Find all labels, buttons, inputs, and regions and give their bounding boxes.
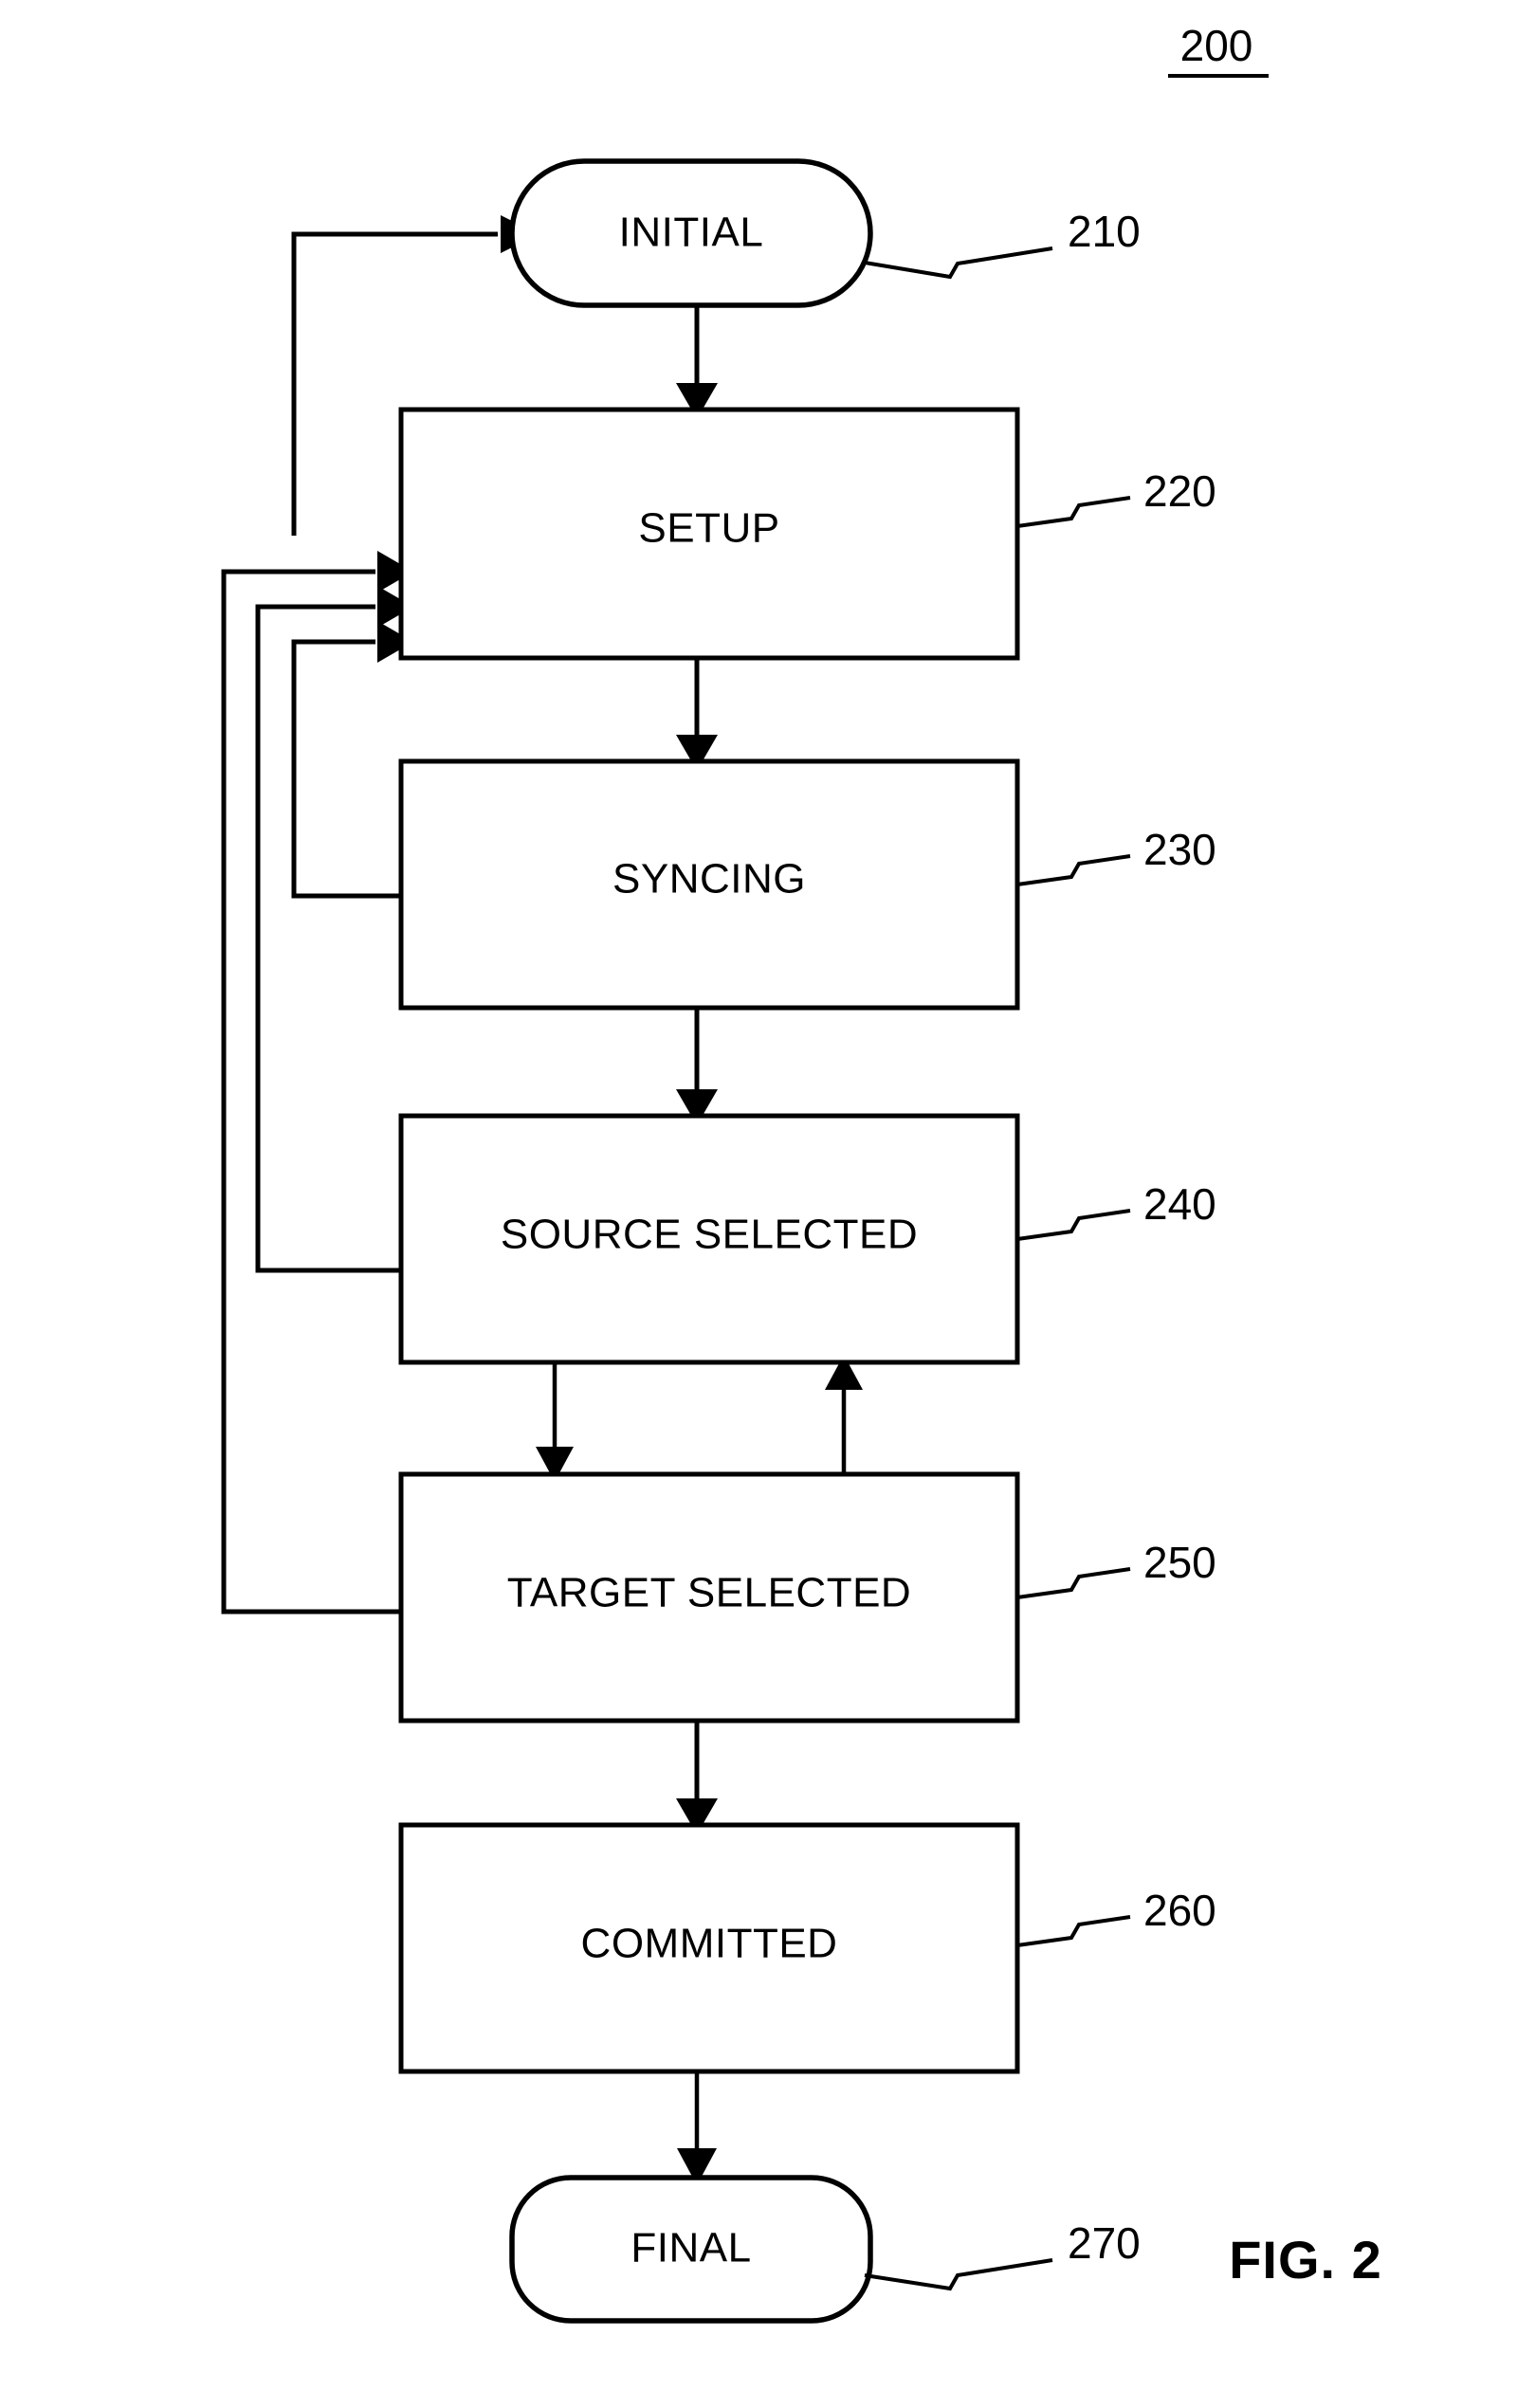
ref-numeral-210: 210 <box>1068 207 1141 256</box>
edge-syncing-to-setup-feedback <box>291 621 413 899</box>
ref-numeral-230: 230 <box>1143 825 1216 874</box>
figure-page: 200 INITIAL 210 SETUP 220 SYNCING 230 SO… <box>0 0 1517 2408</box>
leader-final: 270 <box>864 2218 1141 2291</box>
node-setup[interactable]: SETUP <box>398 407 1020 661</box>
ref-numeral-260: 260 <box>1143 1886 1216 1935</box>
node-source-selected-label: SOURCE SELECTED <box>501 1212 918 1258</box>
node-initial[interactable]: INITIAL <box>509 158 873 308</box>
node-final-label: FINAL <box>631 2225 751 2271</box>
edge-target-selected-to-source-selected <box>825 1355 863 1474</box>
ref-numeral-270: 270 <box>1068 2218 1141 2268</box>
ref-numeral-250: 250 <box>1143 1538 1216 1587</box>
leader-source-selected: 240 <box>1016 1179 1216 1241</box>
leader-target-selected: 250 <box>1016 1538 1216 1599</box>
diagram-id-label: 200 <box>1180 21 1253 70</box>
node-target-selected-label: TARGET SELECTED <box>507 1570 911 1616</box>
node-committed-label: COMMITTED <box>581 1921 838 1967</box>
node-target-selected[interactable]: TARGET SELECTED <box>398 1471 1020 1724</box>
edge-syncing-to-source-selected <box>676 1008 718 1125</box>
diagram-id-group: 200 <box>1168 21 1269 78</box>
edge-committed-to-final <box>677 2071 717 2185</box>
ref-numeral-240: 240 <box>1143 1179 1216 1229</box>
node-syncing-label: SYNCING <box>612 856 806 903</box>
node-initial-label: INITIAL <box>619 210 764 256</box>
node-source-selected[interactable]: SOURCE SELECTED <box>398 1113 1020 1365</box>
leader-setup: 220 <box>1016 466 1216 528</box>
edge-source-selected-to-target-selected <box>536 1362 574 1482</box>
ref-numeral-220: 220 <box>1143 466 1216 516</box>
edge-setup-to-syncing <box>676 658 718 771</box>
edge-source-selected-to-setup-feedback <box>255 586 413 1273</box>
figure-number-label: FIG. 2 <box>1229 2230 1382 2289</box>
node-syncing[interactable]: SYNCING <box>398 758 1020 1011</box>
leader-syncing: 230 <box>1016 825 1216 886</box>
node-setup-label: SETUP <box>638 505 779 552</box>
node-final[interactable]: FINAL <box>509 2175 873 2324</box>
edge-target-selected-to-setup-feedback <box>221 551 413 1614</box>
leader-initial: 210 <box>864 207 1141 280</box>
edge-initial-to-setup <box>676 305 718 419</box>
leader-committed: 260 <box>1016 1886 1216 1947</box>
patent-figure-diagram: 200 INITIAL 210 SETUP 220 SYNCING 230 SO… <box>221 21 1382 2324</box>
node-committed[interactable]: COMMITTED <box>398 1822 1020 2074</box>
edge-target-selected-to-committed <box>676 1721 718 1834</box>
